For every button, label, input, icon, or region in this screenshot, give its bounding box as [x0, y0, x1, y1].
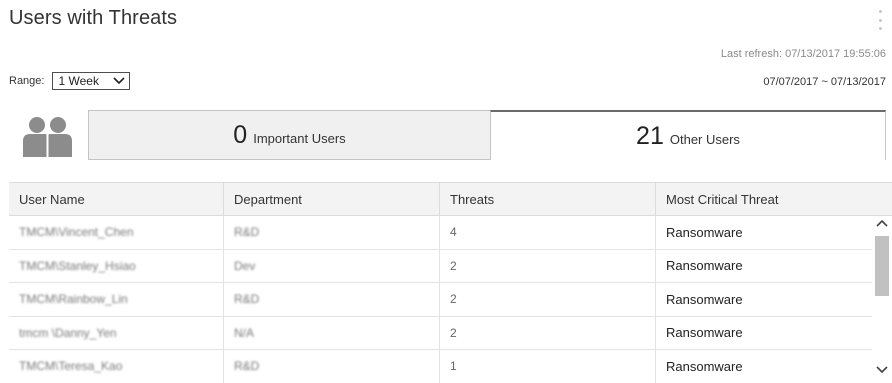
department-cell: Dev [224, 249, 440, 282]
threats-count[interactable]: 1 [440, 350, 656, 383]
table-header: User Name Department Threats Most Critic… [9, 182, 892, 216]
scroll-down-button[interactable] [872, 363, 892, 377]
threats-count[interactable]: 2 [440, 283, 656, 316]
other-users-label: Other Users [669, 131, 740, 147]
user-name-cell[interactable]: TMCM\Stanley_Hsiao [9, 249, 224, 282]
user-name[interactable]: TMCM\Vincent_Chen [19, 225, 134, 239]
column-header-user-name[interactable]: User Name [9, 183, 224, 215]
threats-count[interactable]: 2 [440, 249, 656, 282]
most-critical-threat: Ransomware [666, 325, 743, 341]
threats-count[interactable]: 4 [440, 216, 656, 249]
chevron-up-icon [876, 214, 888, 232]
scrollbar-thumb[interactable] [875, 236, 889, 296]
last-refresh-text: Last refresh: 07/13/2017 19:55:06 [720, 48, 886, 60]
most-critical-threat: Ransomware [666, 258, 743, 274]
department-cell: R&D [224, 350, 440, 383]
threats-count[interactable]: 2 [440, 316, 656, 349]
user-name[interactable]: TMCM\Stanley_Hsiao [19, 259, 136, 273]
date-range: 07/07/2017 ~ 07/13/2017 [763, 76, 886, 88]
department: R&D [234, 292, 260, 307]
table-row[interactable]: TMCM\Vincent_Chen R&D 4 Ransomware [9, 216, 892, 250]
department: R&D [234, 225, 260, 240]
most-critical-threat: Ransomware [666, 224, 743, 240]
important-users-label: Important Users [253, 130, 346, 146]
department-cell: N/A [224, 316, 440, 349]
user-name[interactable]: TMCM\Rainbow_Lin [19, 292, 128, 306]
department: Dev [234, 258, 256, 273]
department-cell: R&D [224, 283, 440, 316]
table-scrollbar[interactable] [872, 216, 892, 383]
user-name-cell[interactable]: TMCM\Teresa_Kao [9, 350, 224, 383]
column-header-threats[interactable]: Threats [440, 183, 656, 215]
department-cell: R&D [224, 216, 440, 249]
tab-important-users[interactable]: 0 Important Users [88, 110, 491, 160]
user-name-cell[interactable]: TMCM\Rainbow_Lin [9, 283, 224, 316]
users-icon [22, 114, 72, 163]
range-control: Range: 1 Week [9, 72, 131, 90]
tab-other-users[interactable]: 21 Other Users [490, 110, 886, 160]
table-row[interactable]: TMCM\Rainbow_Lin R&D 2 Ransomware [9, 283, 892, 317]
user-name-cell[interactable]: tmcm \Danny_Yen [9, 316, 224, 349]
chevron-down-icon [113, 77, 126, 85]
range-select-value: 1 Week [58, 74, 99, 88]
user-name[interactable]: tmcm \Danny_Yen [19, 326, 117, 340]
important-users-count: 0 [233, 120, 248, 149]
widget-title: Users with Threats [9, 7, 178, 29]
column-header-most-critical-threat[interactable]: Most Critical Threat [656, 183, 872, 215]
scroll-up-button[interactable] [872, 216, 892, 230]
column-header-department[interactable]: Department [224, 183, 440, 215]
chevron-down-icon [876, 361, 888, 379]
table-row[interactable]: TMCM\Stanley_Hsiao Dev 2 Ransomware [9, 249, 892, 283]
most-critical-threat: Ransomware [666, 358, 743, 374]
table-row[interactable]: TMCM\Teresa_Kao R&D 1 Ransomware [9, 350, 892, 383]
other-users-count: 21 [636, 121, 664, 150]
more-vertical-icon[interactable] [877, 10, 883, 30]
user-name-cell[interactable]: TMCM\Vincent_Chen [9, 216, 224, 249]
user-name[interactable]: TMCM\Teresa_Kao [19, 359, 122, 373]
department: R&D [234, 359, 260, 374]
users-table: User Name Department Threats Most Critic… [9, 182, 892, 383]
range-label: Range: [9, 75, 45, 87]
most-critical-threat: Ransomware [666, 291, 743, 307]
range-select[interactable]: 1 Week [52, 72, 131, 90]
department: N/A [234, 325, 255, 340]
table-row[interactable]: tmcm \Danny_Yen N/A 2 Ransomware [9, 316, 892, 350]
